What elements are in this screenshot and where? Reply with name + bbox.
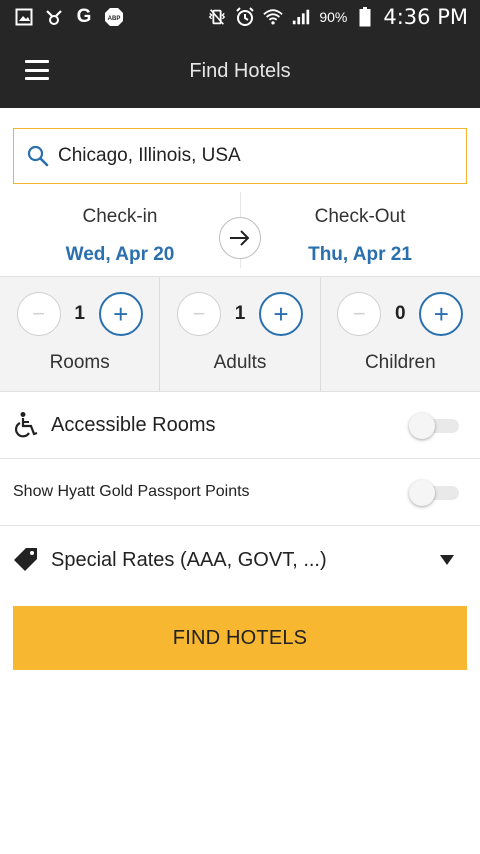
special-rates-dropdown[interactable]: Special Rates (AAA, GOVT, ...) (0, 526, 480, 594)
vibrate-icon (207, 7, 227, 27)
children-counter: − 0 + Children (321, 277, 480, 391)
adults-count: 1 (234, 303, 246, 324)
status-bar: G ABP 90% 4:36 PM (0, 0, 480, 34)
tag-icon (14, 548, 37, 571)
rooms-count: 1 (74, 303, 85, 324)
google-icon: G (76, 6, 92, 27)
rooms-decrement-button[interactable]: − (16, 292, 61, 336)
gallery-icon (14, 7, 34, 27)
wifi-icon (263, 7, 284, 27)
gold-passport-label: Show Hyatt Gold Passport Points (13, 483, 250, 500)
menu-icon[interactable] (25, 60, 49, 80)
rooms-increment-button[interactable]: + (98, 292, 143, 336)
checkout-date[interactable]: Thu, Apr 21 (240, 244, 480, 266)
children-label: Children (364, 352, 436, 373)
destination-search-box[interactable] (13, 128, 467, 184)
checkin-picker[interactable]: Check-in Wed, Apr 20 (0, 184, 240, 276)
battery-icon (355, 7, 375, 27)
alarm-icon (235, 7, 255, 27)
battery-percent: 90% (319, 9, 348, 25)
children-increment-button[interactable]: + (419, 292, 464, 336)
find-hotels-button[interactable]: FIND HOTELS (13, 606, 467, 670)
adblock-icon: ABP (104, 7, 124, 27)
svg-text:ABP: ABP (108, 16, 121, 22)
adults-label: Adults (213, 352, 267, 373)
search-section (0, 108, 480, 184)
signal-icon (291, 7, 311, 27)
rooms-counter: − 1 + Rooms (0, 277, 161, 391)
destination-input[interactable] (58, 145, 454, 167)
arrow-right-icon (219, 217, 261, 259)
checkin-label: Check-in (82, 206, 158, 227)
checkout-label: Check-Out (314, 206, 406, 227)
clock: 4:36 PM (383, 5, 468, 29)
page-title: Find Hotels (189, 59, 291, 82)
search-icon (27, 145, 49, 167)
checkin-date[interactable]: Wed, Apr 20 (0, 244, 240, 266)
notification-icons: G ABP (14, 6, 124, 27)
accessible-rooms-toggle[interactable] (409, 413, 459, 439)
adults-counter: − 1 + Adults (160, 277, 321, 391)
special-rates-label: Special Rates (AAA, GOVT, ...) (51, 548, 327, 571)
app-bar: Find Hotels (0, 34, 480, 108)
missed-alarm-icon (44, 7, 64, 27)
children-count: 0 (395, 303, 406, 324)
accessible-rooms-row: Accessible Rooms (0, 392, 480, 459)
accessible-rooms-label: Accessible Rooms (51, 413, 216, 436)
wheelchair-icon (15, 412, 38, 438)
adults-decrement-button[interactable]: − (176, 292, 221, 336)
guest-counters: − 1 + Rooms − 1 + Adults − 0 + Children (0, 276, 480, 392)
system-icons: 90% 4:36 PM (207, 5, 468, 29)
checkout-picker[interactable]: Check-Out Thu, Apr 21 (240, 184, 480, 276)
adults-increment-button[interactable]: + (258, 292, 303, 336)
date-selector: Check-in Wed, Apr 20 Check-Out Thu, Apr … (0, 184, 480, 276)
gold-passport-toggle[interactable] (409, 480, 459, 506)
dropdown-arrow-icon (440, 555, 454, 565)
rooms-label: Rooms (49, 352, 110, 373)
children-decrement-button[interactable]: − (337, 292, 382, 336)
gold-passport-row: Show Hyatt Gold Passport Points (0, 459, 480, 526)
